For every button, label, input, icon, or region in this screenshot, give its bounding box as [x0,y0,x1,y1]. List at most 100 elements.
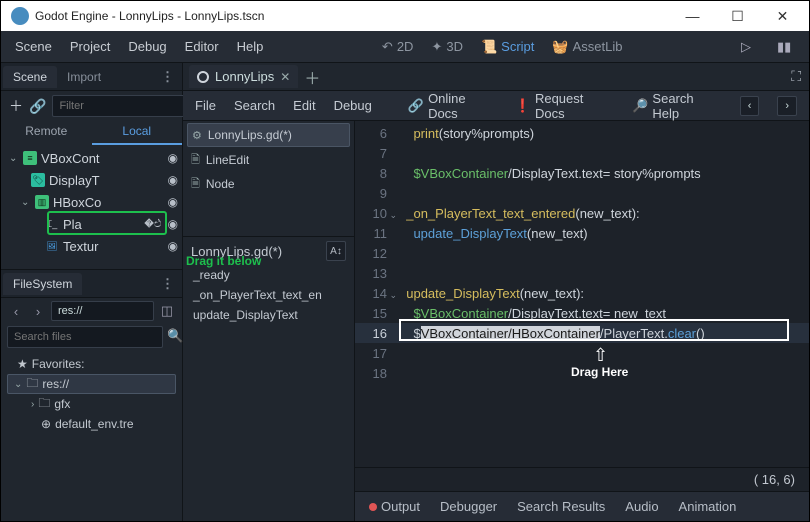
add-node-button[interactable]: ＋ [9,95,23,117]
code-editor[interactable]: ⇧ Drag Here 6 print(story%prompts)78 $VB… [355,121,809,467]
remote-tab[interactable]: Remote [1,121,92,145]
pause-button[interactable]: ▮▮ [777,39,795,55]
collapse-icon[interactable]: ⌄ [21,197,31,208]
bottom-animation[interactable]: Animation [679,499,737,514]
script-menu-search[interactable]: Search [234,98,275,113]
script-tab-lonnylips[interactable]: LonnyLips ✕ [189,65,298,88]
mode-script[interactable]: 📜 Script [481,39,534,55]
annotation-arrow-icon: ⇧ [593,345,608,366]
code-line[interactable]: 8 $VBoxContainer/DisplayText.text= story… [355,163,809,183]
code-line[interactable]: 6 print(story%prompts) [355,123,809,143]
code-line[interactable]: 12 [355,243,809,263]
label: Request Docs [535,91,614,121]
mode-2d[interactable]: ↶ 2D [382,39,414,55]
nav-back-button[interactable]: ‹ [740,96,760,116]
fs-search-icon[interactable]: 🔍 [167,326,183,346]
fs-folder-gfx[interactable]: › 🗀 gfx [7,394,176,414]
path-back-button[interactable]: ‹ [7,301,25,321]
script-item-node[interactable]: 🗎 Node [183,172,354,196]
script-tabs-row: LonnyLips ✕ ＋ ⛶ [183,63,809,91]
script-menu-debug[interactable]: Debug [334,98,372,113]
tree-node-hboxcontainer[interactable]: ⌄ ▥ HBoxCo ◉ [5,191,178,213]
signal-icon[interactable]: �එ [144,218,161,231]
code-line[interactable]: 17 [355,343,809,363]
bottom-debugger[interactable]: Debugger [440,499,497,514]
mode-assetlib[interactable]: 🧺 AssetLib [552,39,622,55]
visibility-icon[interactable]: ◉ [168,173,178,187]
tab-import[interactable]: Import [57,66,111,88]
code-line[interactable]: 11 update_DisplayText(new_text) [355,223,809,243]
fs-res-root[interactable]: ⌄ 🗀 res:// [7,374,176,394]
online-docs-button[interactable]: 🔗 Online Docs [408,91,497,121]
dock-options-icon[interactable]: ⋮ [153,69,182,85]
code-line[interactable]: 10⌄ _on_PlayerText_text_entered(new_text… [355,203,809,223]
unsaved-icon [197,71,209,83]
local-tab[interactable]: Local [92,121,183,145]
fs-favorites[interactable]: ★ Favorites: [7,354,176,374]
menu-scene[interactable]: Scene [15,39,52,54]
bottom-search-results[interactable]: Search Results [517,499,605,514]
request-docs-button[interactable]: ❗ Request Docs [515,91,614,121]
tab-filesystem[interactable]: FileSystem [3,273,82,295]
menu-help[interactable]: Help [237,39,264,54]
tree-node-playertext[interactable]: ⌶_ Pla �එ ◉ [5,213,178,235]
code-line[interactable]: 16 $VBoxContainer/HBoxContainer/PlayerTe… [355,323,809,343]
visibility-icon[interactable]: ◉ [168,217,178,231]
tree-node-displaytext[interactable]: 🏷 DisplayT ◉ [5,169,178,191]
script-item-lonnylips[interactable]: ⚙ LonnyLips.gd(*) [187,123,350,147]
add-tab-button[interactable]: ＋ [304,65,320,89]
folder-icon: 🗀 [38,394,50,415]
code-line[interactable]: 9 [355,183,809,203]
bottom-audio[interactable]: Audio [625,499,658,514]
bottom-panel: Output Debugger Search Results Audio Ani… [355,491,809,521]
mode-3d[interactable]: ✦ 3D [431,39,463,55]
expand-icon[interactable]: › [31,399,34,410]
link-button[interactable]: 🔗 [29,95,46,117]
fs-search-input[interactable] [7,326,163,348]
sort-methods-button[interactable]: A↕ [326,241,346,261]
menu-project[interactable]: Project [70,39,110,54]
code-line[interactable]: 13 [355,263,809,283]
path-fwd-button[interactable]: › [29,301,47,321]
method-update-displaytext[interactable]: update_DisplayText [183,305,354,325]
collapse-icon[interactable]: ⌄ [14,379,22,390]
code-line[interactable]: 15 $VBoxContainer/DisplayText.text= new_… [355,303,809,323]
node-label: HBoxCo [53,195,162,210]
menu-editor[interactable]: Editor [185,39,219,54]
fs-file-defaultenv[interactable]: ⊕ default_env.tre [7,414,176,434]
fs-path-field[interactable]: res:// [51,301,154,321]
script-menu-file[interactable]: File [195,98,216,113]
path-split-button[interactable]: ◫ [158,301,176,321]
method-ready[interactable]: _ready [183,265,354,285]
node-label: Pla [63,217,140,232]
distraction-free-icon[interactable]: ⛶ [791,68,809,85]
search-help-button[interactable]: 🔎 Search Help [632,91,722,121]
mode-2d-label: 2D [397,39,414,54]
nav-fwd-button[interactable]: › [777,96,797,116]
bottom-output[interactable]: Output [369,499,420,514]
visibility-icon[interactable]: ◉ [168,239,178,253]
window-minimize-button[interactable]: — [670,1,715,31]
code-line[interactable]: 14⌄ update_DisplayText(new_text): [355,283,809,303]
tab-label: LonnyLips [215,69,274,84]
window-close-button[interactable]: ✕ [760,1,805,31]
node-label: DisplayT [49,173,162,188]
collapse-icon[interactable]: ⌄ [9,153,19,164]
close-tab-icon[interactable]: ✕ [280,70,290,84]
tree-node-texture[interactable]: 🖼 Textur ◉ [5,235,178,257]
tab-scene[interactable]: Scene [3,66,57,88]
play-button[interactable]: ▷ [741,39,759,55]
script-item-label: Node [206,177,235,191]
visibility-icon[interactable]: ◉ [168,151,178,165]
visibility-icon[interactable]: ◉ [168,195,178,209]
script-menu-edit[interactable]: Edit [293,98,315,113]
node-label: VBoxCont [41,151,162,166]
window-maximize-button[interactable]: ☐ [715,1,760,31]
script-item-lineedit[interactable]: 🗎 LineEdit [183,148,354,172]
method-on-playertext[interactable]: _on_PlayerText_text_en [183,285,354,305]
tree-node-vboxcontainer[interactable]: ⌄ ≡ VBoxCont ◉ [5,147,178,169]
menu-debug[interactable]: Debug [128,39,166,54]
dock-options-icon[interactable]: ⋮ [153,276,182,292]
code-line[interactable]: 7 [355,143,809,163]
gear-icon: ⚙ [192,129,202,142]
